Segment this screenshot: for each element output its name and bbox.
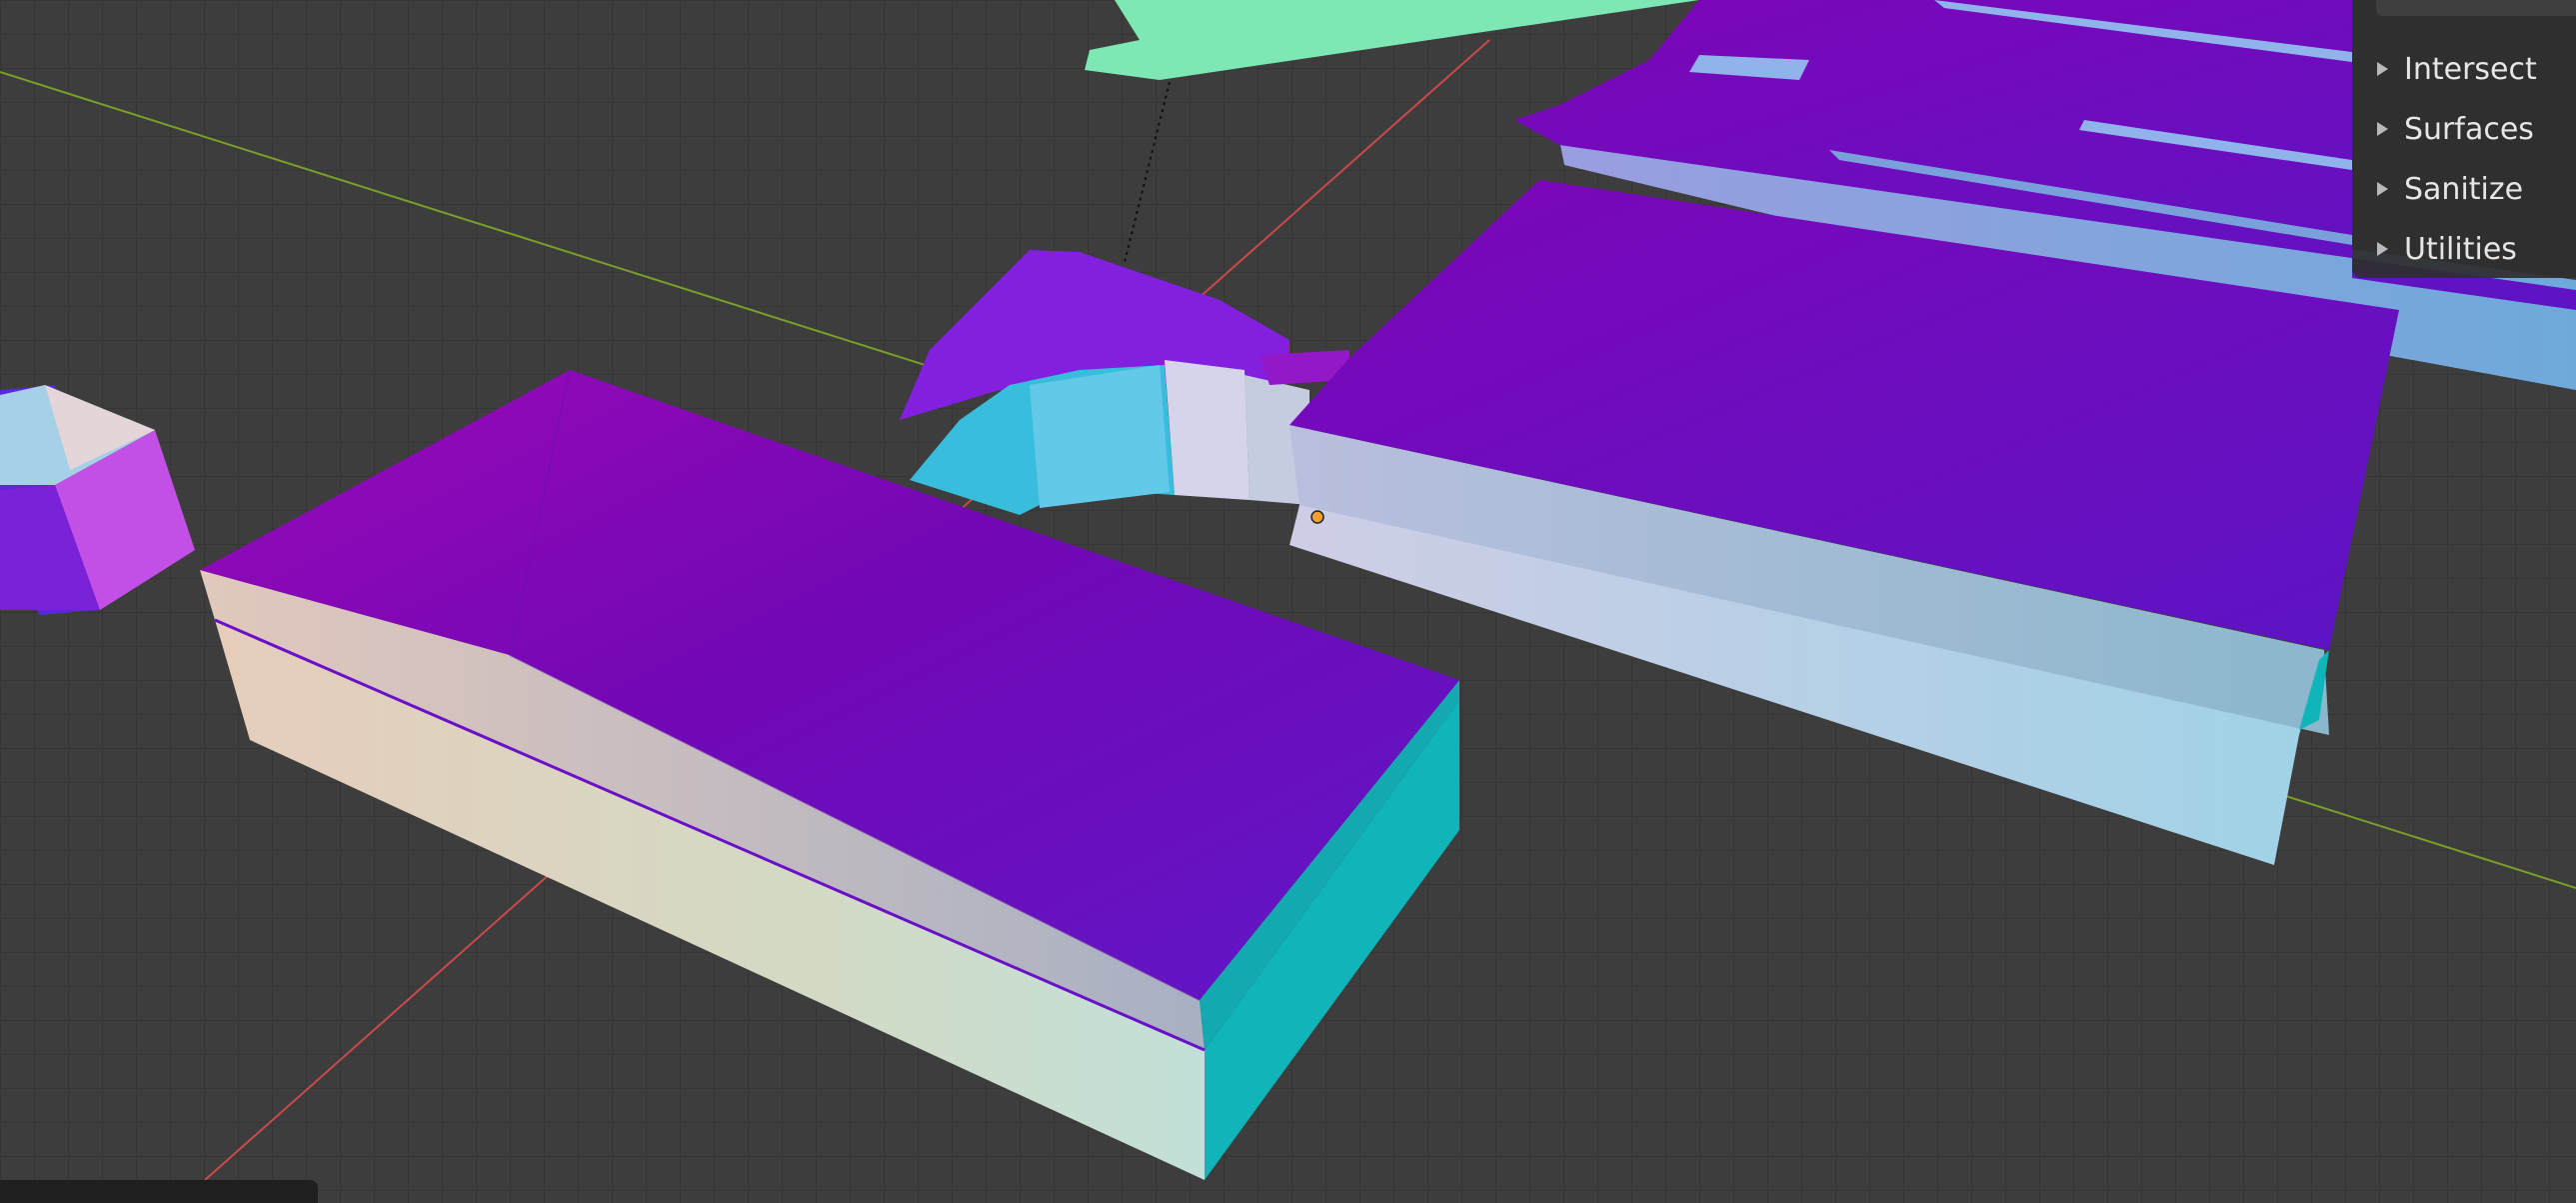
sidebar-top-strip xyxy=(2376,0,2576,16)
panel-surfaces[interactable]: Surfaces xyxy=(2352,103,2576,155)
3d-viewport[interactable] xyxy=(0,0,2576,1203)
panel-label: Surfaces xyxy=(2404,111,2534,147)
connector-arch-cyan-2 xyxy=(1030,365,1170,508)
panel-label: Utilities xyxy=(2404,231,2517,267)
disclosure-triangle-icon xyxy=(2377,242,2388,256)
panel-sanitize[interactable]: Sanitize xyxy=(2352,163,2576,215)
status-bar-corner xyxy=(0,1180,318,1203)
connector-arch-light xyxy=(1165,360,1250,500)
disclosure-triangle-icon xyxy=(2377,182,2388,196)
panel-intersect[interactable]: Intersect xyxy=(2352,43,2576,95)
disclosure-triangle-icon xyxy=(2377,122,2388,136)
disclosure-triangle-icon xyxy=(2377,62,2388,76)
panel-label: Intersect xyxy=(2404,51,2537,87)
object-origin-dot xyxy=(1310,510,1324,524)
panel-utilities[interactable]: Utilities xyxy=(2352,223,2576,275)
panel-label: Sanitize xyxy=(2404,171,2524,207)
sidebar-panel: Intersect Surfaces Sanitize Utilities xyxy=(2352,0,2576,278)
